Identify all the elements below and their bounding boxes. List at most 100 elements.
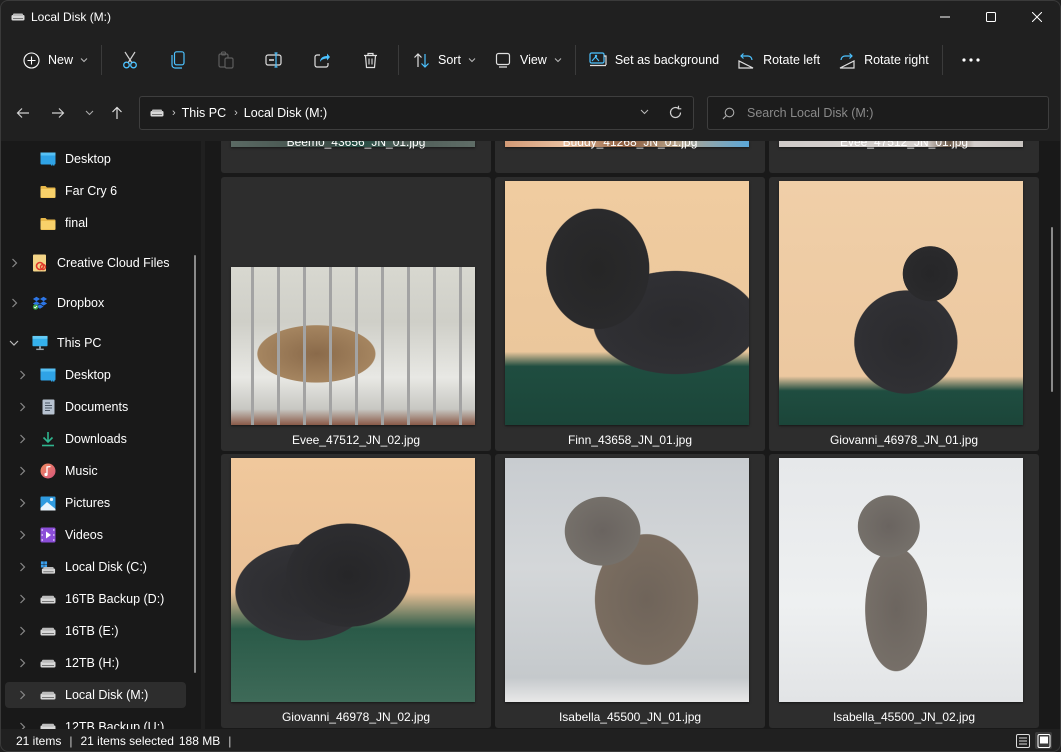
- breadcrumb-local-disk-m[interactable]: Local Disk (M:): [244, 106, 327, 120]
- file-tile[interactable]: Beemo_43656_JN_01.jpg: [221, 141, 491, 173]
- image-thumbnail: [231, 458, 475, 702]
- close-button[interactable]: [1014, 1, 1060, 33]
- file-tile[interactable]: Evee_47512_JN_01.jpg: [769, 141, 1039, 173]
- delete-button[interactable]: [346, 42, 394, 78]
- command-bar: New Sort View Set as background Rotate l…: [1, 37, 1060, 83]
- rotate-right-icon: [838, 51, 856, 69]
- sidebar-item-desktop[interactable]: Desktop: [5, 146, 186, 172]
- file-tile[interactable]: Isabella_45500_JN_02.jpg: [769, 454, 1039, 728]
- sidebar-item-local-disk-m[interactable]: Local Disk (M:): [5, 682, 186, 708]
- sidebar-item-12tb-h[interactable]: 12TB (H:): [5, 650, 186, 676]
- refresh-icon: [669, 105, 682, 119]
- sidebar-item-downloads[interactable]: Downloads: [5, 426, 186, 452]
- chevron-right-icon[interactable]: [17, 626, 27, 636]
- sidebar-item-12tb-backup-u[interactable]: 12TB Backup (U:): [5, 714, 186, 729]
- new-button[interactable]: New: [13, 42, 97, 78]
- scissors-icon: [121, 51, 139, 69]
- sidebar-item-label: 12TB Backup (U:): [65, 720, 165, 729]
- file-name: Buddy_41268_JN_01.jpg: [562, 141, 698, 149]
- sidebar-item-creative-cloud-files[interactable]: Creative Cloud Files: [5, 250, 186, 276]
- cut-button[interactable]: [106, 42, 154, 78]
- sidebar-item-label: Desktop: [65, 152, 111, 166]
- file-list-scrollbar[interactable]: [1051, 227, 1053, 392]
- details-view-button[interactable]: [1014, 732, 1031, 749]
- chevron-right-icon[interactable]: [17, 498, 27, 508]
- file-tile[interactable]: Finn_43658_JN_01.jpg: [495, 177, 765, 451]
- trash-icon: [361, 51, 379, 69]
- search-input[interactable]: [747, 106, 1027, 120]
- file-tile[interactable]: Isabella_45500_JN_01.jpg: [495, 454, 765, 728]
- chevron-right-icon[interactable]: [17, 594, 27, 604]
- file-tile[interactable]: Buddy_41268_JN_01.jpg: [495, 141, 765, 173]
- rename-button[interactable]: [250, 42, 298, 78]
- arrow-right-icon: [52, 108, 65, 118]
- sidebar-item-documents[interactable]: Documents: [5, 394, 186, 420]
- large-icons-view-button[interactable]: [1035, 732, 1052, 749]
- sidebar-item-label: Pictures: [65, 496, 111, 510]
- address-history-button[interactable]: [640, 109, 649, 115]
- chevron-right-icon[interactable]: [9, 258, 19, 268]
- recent-locations-button[interactable]: [77, 101, 101, 125]
- file-tile[interactable]: Giovanni_46978_JN_01.jpg: [769, 177, 1039, 451]
- view-button[interactable]: View: [485, 42, 571, 78]
- sidebar-item-desktop[interactable]: Desktop: [5, 362, 186, 388]
- maximize-button[interactable]: [968, 1, 1014, 33]
- sidebar-item-far-cry-6[interactable]: Far Cry 6: [5, 178, 186, 204]
- windows-drive-icon: [40, 559, 56, 575]
- drive-icon: [40, 687, 56, 703]
- copy-button[interactable]: [154, 42, 202, 78]
- sidebar-item-label: 16TB Backup (D:): [65, 592, 165, 606]
- paste-button[interactable]: [202, 42, 250, 78]
- chevron-right-icon[interactable]: [17, 658, 27, 668]
- breadcrumb-chevron-icon[interactable]: ›: [172, 107, 176, 119]
- sort-button[interactable]: Sort: [403, 42, 485, 78]
- navigation-pane-scrollbar[interactable]: [194, 255, 196, 673]
- sidebar-item-dropbox[interactable]: Dropbox: [5, 290, 186, 316]
- more-options-button[interactable]: [947, 42, 995, 78]
- back-button[interactable]: [11, 101, 35, 125]
- search-icon: [722, 107, 735, 120]
- file-tile[interactable]: Evee_47512_JN_02.jpg: [221, 177, 491, 451]
- close-icon: [1032, 12, 1042, 22]
- chevron-right-icon[interactable]: [17, 530, 27, 540]
- view-icon: [494, 51, 512, 69]
- breadcrumb-chevron-icon[interactable]: ›: [234, 107, 238, 119]
- file-tile[interactable]: Giovanni_46978_JN_02.jpg: [221, 454, 491, 728]
- sidebar-item-16tb-e[interactable]: 16TB (E:): [5, 618, 186, 644]
- rotate-right-button[interactable]: Rotate right: [829, 42, 938, 78]
- rotate-left-button[interactable]: Rotate left: [728, 42, 829, 78]
- share-button[interactable]: [298, 42, 346, 78]
- chevron-right-icon[interactable]: [17, 402, 27, 412]
- chevron-right-icon[interactable]: [17, 370, 27, 380]
- sidebar-item-videos[interactable]: Videos: [5, 522, 186, 548]
- sidebar-item-final[interactable]: final: [5, 210, 186, 236]
- file-name: Giovanni_46978_JN_02.jpg: [281, 710, 431, 724]
- chevron-down-icon: [80, 57, 88, 63]
- chevron-down-icon[interactable]: [9, 338, 19, 348]
- sidebar-item-16tb-backup-d[interactable]: 16TB Backup (D:): [5, 586, 186, 612]
- search-box[interactable]: [707, 96, 1049, 130]
- chevron-right-icon[interactable]: [17, 466, 27, 476]
- navigation-row: › This PC › Local Disk (M:): [1, 93, 1060, 133]
- title-bar: Local Disk (M:): [1, 1, 1060, 33]
- sidebar-item-this-pc[interactable]: This PC: [5, 330, 186, 356]
- sidebar-item-local-disk-c[interactable]: Local Disk (C:): [5, 554, 186, 580]
- sidebar-item-music[interactable]: Music: [5, 458, 186, 484]
- sidebar-item-pictures[interactable]: Pictures: [5, 490, 186, 516]
- address-bar[interactable]: › This PC › Local Disk (M:): [139, 96, 694, 130]
- chevron-right-icon[interactable]: [17, 690, 27, 700]
- minimize-button[interactable]: [922, 1, 968, 33]
- refresh-button[interactable]: [668, 105, 683, 120]
- chevron-right-icon[interactable]: [17, 434, 27, 444]
- chevron-right-icon[interactable]: [17, 562, 27, 572]
- sort-label: Sort: [438, 53, 461, 67]
- chevron-right-icon[interactable]: [9, 298, 19, 308]
- set-as-background-button[interactable]: Set as background: [580, 42, 728, 78]
- drive-icon: [40, 719, 56, 729]
- up-button[interactable]: [105, 101, 129, 125]
- folder-icon: [40, 183, 56, 199]
- chevron-right-icon[interactable]: [17, 722, 27, 729]
- breadcrumb-this-pc[interactable]: This PC: [182, 106, 226, 120]
- forward-button[interactable]: [46, 101, 70, 125]
- pictures-icon: [40, 495, 56, 511]
